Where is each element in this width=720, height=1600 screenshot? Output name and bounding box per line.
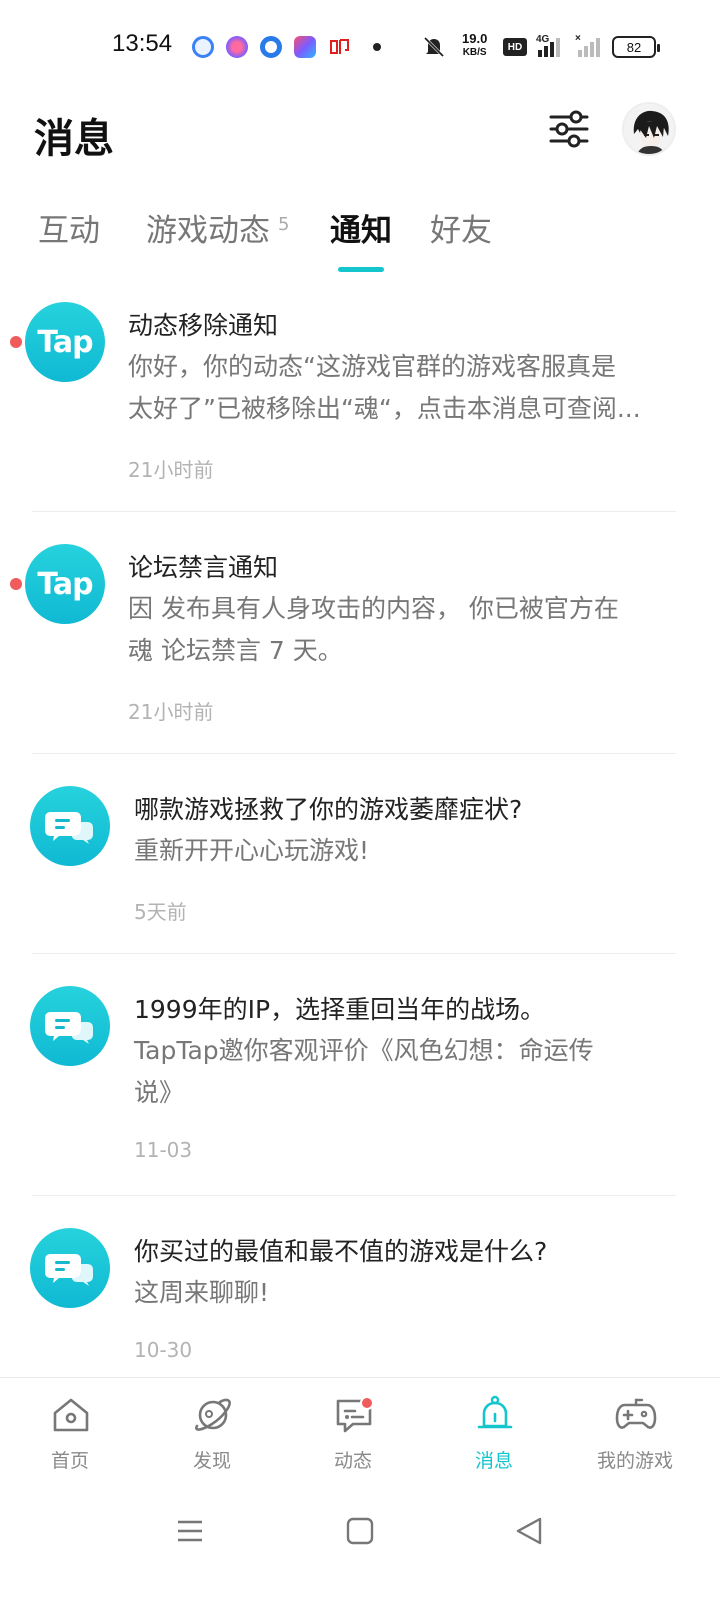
tab-game-updates[interactable]: 游戏动态 5 <box>146 205 289 250</box>
system-navigation-bar <box>0 1483 720 1600</box>
chat-bubble-glyph <box>45 1012 93 1044</box>
tap-logo-icon: Tap <box>25 302 105 382</box>
app-notification-icon <box>330 39 349 54</box>
notification-item[interactable]: Tap 动态移除通知 你好，你的动态“这游戏官群的游戏客服真是 太好了”已被移除… <box>0 290 720 512</box>
bottom-navigation: 首页 发现 动态 消息 我的游戏 <box>0 1377 720 1483</box>
notification-body: TapTap邀你客观评价《风色幻想：命运传 说》 <box>134 1030 674 1114</box>
tab-label: 好友 <box>430 213 492 249</box>
notification-title: 哪款游戏拯救了你的游戏萎靡症状? <box>134 795 523 824</box>
svg-text:×: × <box>575 33 581 44</box>
app-notification-icon <box>226 36 248 58</box>
divider <box>32 953 676 954</box>
network-speed-unit: KB/S <box>462 47 487 58</box>
nav-messages[interactable]: 消息 <box>424 1378 564 1484</box>
filter-settings-icon[interactable] <box>548 108 590 150</box>
tab-interaction[interactable]: 互动 <box>38 205 100 250</box>
nav-label: 发现 <box>192 1450 231 1472</box>
notification-item[interactable]: Tap 论坛禁言通知 因 发布具有人身攻击的内容， 你已被官方在 魂 论坛禁言 … <box>0 532 720 752</box>
notification-title: 1999年的IP，选择重回当年的战场。 <box>134 995 546 1024</box>
divider <box>32 1195 676 1196</box>
notification-item[interactable]: 1999年的IP，选择重回当年的战场。 TapTap邀你客观评价《风色幻想：命运… <box>0 974 720 1194</box>
page-title: 消息 <box>34 116 114 162</box>
gamepad-icon <box>615 1398 657 1429</box>
active-tab-indicator <box>338 267 384 272</box>
chat-bubble-icon <box>30 1228 110 1308</box>
user-avatar-icon <box>624 104 674 154</box>
notification-body: 因 发布具有人身攻击的内容， 你已被官方在 魂 论坛禁言 7 天。 <box>128 588 668 672</box>
nav-feed-unread-badge <box>360 1396 374 1410</box>
mute-bell-icon <box>423 36 445 58</box>
avatar[interactable] <box>622 102 676 156</box>
network-speed-value: 19.0 <box>462 31 488 46</box>
nav-my-games[interactable]: 我的游戏 <box>565 1378 705 1484</box>
more-notifications-dot <box>373 43 381 51</box>
notification-title: 动态移除通知 <box>128 311 279 340</box>
tab-friends[interactable]: 好友 <box>430 205 492 250</box>
network-speed: 19.0 KB/S <box>462 32 487 60</box>
tap-logo-icon: Tap <box>25 544 105 624</box>
tap-logo-text: Tap <box>37 566 93 602</box>
divider <box>32 753 676 754</box>
notification-body-line: 魂 论坛禁言 7 天。 <box>128 636 343 665</box>
notification-title: 你买过的最值和最不值的游戏是什么? <box>134 1237 548 1266</box>
notification-body: 这周来聊聊! <box>134 1272 674 1314</box>
notification-item[interactable]: 哪款游戏拯救了你的游戏萎靡症状? 重新开开心心玩游戏! 5天前 <box>0 774 720 954</box>
nav-label: 我的游戏 <box>596 1450 673 1472</box>
tab-label: 互动 <box>38 213 100 249</box>
nav-home[interactable]: 首页 <box>0 1378 140 1484</box>
home-square-icon[interactable] <box>340 1511 380 1551</box>
planet-icon <box>195 1398 231 1431</box>
chat-bubble-icon <box>30 986 110 1066</box>
svg-text:4G: 4G <box>536 34 550 45</box>
hd-voice-badge: HD <box>503 38 527 56</box>
chat-bubble-glyph <box>45 812 93 844</box>
signal-weak-icon: × <box>575 33 600 57</box>
menu-icon[interactable] <box>170 1511 210 1551</box>
notification-time: 5天前 <box>134 900 187 924</box>
notification-body-line: 重新开开心心玩游戏! <box>134 836 370 865</box>
signal-icon: 4G <box>536 34 560 57</box>
notification-body: 你好，你的动态“这游戏官群的游戏客服真是 太好了”已被移除出“魂“，点击本消息可… <box>128 346 668 430</box>
unread-dot <box>10 578 22 590</box>
tab-label: 游戏动态 <box>146 213 270 249</box>
notification-body-line: 太好了”已被移除出“魂“，点击本消息可查阅... <box>128 394 641 423</box>
notification-time: 10-30 <box>134 1338 193 1362</box>
nav-label: 首页 <box>50 1450 89 1472</box>
notification-time: 21小时前 <box>128 458 214 482</box>
home-icon <box>53 1398 89 1432</box>
status-time: 13:54 <box>112 30 173 57</box>
nav-label: 消息 <box>474 1450 513 1472</box>
divider <box>32 511 676 512</box>
notification-body: 重新开开心心玩游戏! <box>134 830 674 872</box>
nav-feed[interactable]: 动态 <box>283 1378 423 1484</box>
status-bar: 13:54 19.0 KB/S HD 4G × 82 <box>0 0 720 96</box>
back-triangle-icon[interactable] <box>510 1511 550 1551</box>
tab-label: 通知 <box>330 213 392 249</box>
app-notification-icon <box>192 36 214 58</box>
notification-body-line: 这周来聊聊! <box>134 1278 270 1307</box>
notification-item[interactable]: 你买过的最值和最不值的游戏是什么? 这周来聊聊! 10-30 <box>0 1216 720 1376</box>
unread-dot <box>10 336 22 348</box>
tap-logo-text: Tap <box>37 324 93 360</box>
message-tabs: 互动 游戏动态 5 通知 好友 <box>0 205 720 275</box>
app-notification-icon <box>294 36 316 58</box>
notification-body-line: 说》 <box>134 1078 185 1107</box>
battery-indicator: 82 <box>612 36 660 58</box>
notification-title: 论坛禁言通知 <box>128 553 279 582</box>
app-notification-icon <box>260 36 282 58</box>
notification-time: 21小时前 <box>128 700 214 724</box>
notification-body-line: TapTap邀你客观评价《风色幻想：命运传 <box>134 1036 594 1065</box>
nav-discover[interactable]: 发现 <box>142 1378 282 1484</box>
bell-icon <box>477 1395 513 1429</box>
chat-bubble-glyph <box>45 1254 93 1286</box>
notification-body-line: 你好，你的动态“这游戏官群的游戏客服真是 <box>128 352 616 381</box>
nav-label: 动态 <box>333 1450 372 1472</box>
chat-bubble-icon <box>30 786 110 866</box>
tab-notifications[interactable]: 通知 <box>330 205 392 250</box>
tab-count-badge: 5 <box>278 213 290 235</box>
notification-time: 11-03 <box>134 1138 193 1162</box>
notification-body-line: 因 发布具有人身攻击的内容， 你已被官方在 <box>128 594 619 623</box>
